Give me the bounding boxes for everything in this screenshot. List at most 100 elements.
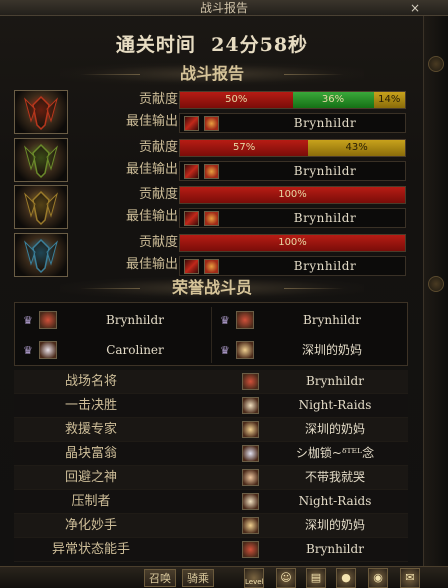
close-button[interactable]: × xyxy=(408,0,422,16)
best-dps-box: Brynhildr xyxy=(179,208,406,228)
contribution-segment: 14% xyxy=(373,92,405,108)
window-title: 战斗报告 xyxy=(199,1,248,15)
best-dps-label: 最佳输出 xyxy=(125,209,178,224)
award-title: 回避之神 xyxy=(64,470,117,485)
member-face-icon xyxy=(39,311,57,329)
award-player-name[interactable]: Night-Raids xyxy=(262,490,408,513)
contribution-label: 贡献度 xyxy=(138,92,178,107)
character-icon[interactable]: ☺ xyxy=(276,568,296,588)
bottom-bar: 召唤 骑乘 Level ☺ ▤ ● ◉ ✉ xyxy=(0,566,448,588)
contribution-bar: 100% xyxy=(179,234,406,252)
best-dps-box: Brynhildr xyxy=(179,161,406,181)
avatar-art xyxy=(24,95,58,131)
crown-icon: ♛ xyxy=(220,314,230,327)
contribution-bar: 50% 36% 14% xyxy=(179,91,406,109)
orb-icon[interactable]: ◉ xyxy=(368,568,388,588)
award-row: 一击决胜 Night-Raids xyxy=(14,394,408,418)
award-title: 晶块富翁 xyxy=(64,446,117,461)
best-dps-name: Brynhildr xyxy=(293,116,357,130)
best-dps-label: 最佳输出 xyxy=(125,257,178,272)
award-title: 净化妙手 xyxy=(64,518,117,533)
best-dps-name: Brynhildr xyxy=(293,164,357,178)
award-title: 压制者 xyxy=(71,494,111,509)
award-player-name[interactable]: Night-Raids xyxy=(262,394,408,417)
award-row: 战场名将 Brynhildr xyxy=(14,370,408,394)
honor-member-name: Caroliner xyxy=(106,343,164,357)
contribution-segment: 57% xyxy=(180,140,309,156)
mail-icon[interactable]: ✉ xyxy=(400,568,420,588)
title-bar: 战斗报告 × xyxy=(0,0,448,16)
member-face-icon xyxy=(236,341,254,359)
level-icon[interactable]: Level xyxy=(244,568,264,588)
award-player-face-icon xyxy=(242,517,259,534)
player-face-icon xyxy=(204,164,219,179)
player-row: 贡献度 最佳输出 50% 36% 14% Brynhildr xyxy=(14,90,408,134)
award-player-face-icon xyxy=(242,493,259,510)
best-dps-box: Brynhildr xyxy=(179,113,406,133)
battle-report-window: 通关时间 24分58秒 战斗报告 贡献度 最佳输出 50% 36% 14% Bryn… xyxy=(0,0,424,588)
honor-member[interactable]: ♛ Caroliner xyxy=(15,335,211,365)
clear-time: 通关时间 24分58秒 xyxy=(0,30,424,57)
award-player-face-icon xyxy=(242,445,259,462)
green-knight-avatar-icon[interactable] xyxy=(14,138,68,182)
report-banner: 战斗报告 xyxy=(60,63,364,85)
award-row: 净化妙手 深圳的奶妈 xyxy=(14,514,408,538)
honor-members-panel: ♛ Brynhildr ♛ Brynhildr ♛ Caroliner ♛ 深圳… xyxy=(14,302,408,366)
award-player-name[interactable]: 深圳的奶妈 xyxy=(262,418,408,441)
award-player-face-icon xyxy=(242,541,259,558)
award-row: 压制者 Night-Raids xyxy=(14,490,408,514)
contribution-segment: 50% xyxy=(180,92,293,108)
contribution-segment: 100% xyxy=(180,235,405,251)
honor-member-name: 深圳的奶妈 xyxy=(301,343,362,357)
gold-knight-avatar-icon[interactable] xyxy=(14,185,68,229)
honor-member[interactable]: ♛ Brynhildr xyxy=(212,305,408,335)
award-player-name[interactable]: Brynhildr xyxy=(262,370,408,393)
contribution-segment: 36% xyxy=(292,92,374,108)
member-face-icon xyxy=(236,311,254,329)
award-player-name[interactable]: 深圳的奶妈 xyxy=(262,514,408,537)
gold-icon[interactable]: ● xyxy=(336,568,356,588)
award-player-name[interactable]: Brynhildr xyxy=(262,538,408,561)
award-row: 异常状态能手 Brynhildr xyxy=(14,538,408,562)
weapon-icon xyxy=(184,164,199,179)
award-title: 战场名将 xyxy=(64,374,117,389)
player-face-icon xyxy=(204,259,219,274)
award-title: 异常状态能手 xyxy=(51,542,130,557)
player-row: 贡献度 最佳输出 100% Brynhildr xyxy=(14,233,408,277)
best-dps-name: Brynhildr xyxy=(293,259,357,273)
award-player-name[interactable]: シ枷锁~ᵟᵀᴱᴸ念 xyxy=(262,442,408,465)
side-ornament-icon xyxy=(428,56,444,72)
clear-time-label: 通关时间 xyxy=(115,34,196,56)
player-row: 贡献度 最佳输出 100% Brynhildr xyxy=(14,185,408,229)
side-ornament-icon xyxy=(428,276,444,292)
award-player-face-icon xyxy=(242,469,259,486)
best-dps-label: 最佳输出 xyxy=(125,114,178,129)
weapon-icon xyxy=(184,211,199,226)
mount-button[interactable]: 骑乘 xyxy=(182,569,214,587)
honor-member[interactable]: ♛ Brynhildr xyxy=(15,305,211,335)
side-strip xyxy=(424,16,448,588)
crown-icon: ♛ xyxy=(220,344,230,357)
contribution-bar: 100% xyxy=(179,186,406,204)
award-title: 一击决胜 xyxy=(64,398,117,413)
summon-button[interactable]: 召唤 xyxy=(144,569,176,587)
player-row: 贡献度 最佳输出 57% 43% Brynhildr xyxy=(14,138,408,182)
honor-member[interactable]: ♛ 深圳的奶妈 xyxy=(212,335,408,365)
award-row: 晶块富翁 シ枷锁~ᵟᵀᴱᴸ念 xyxy=(14,442,408,466)
award-player-face-icon xyxy=(242,397,259,414)
best-dps-box: Brynhildr xyxy=(179,256,406,276)
inventory-icon[interactable]: ▤ xyxy=(306,568,326,588)
clear-time-value: 24分58秒 xyxy=(211,34,309,56)
crown-icon: ♛ xyxy=(23,314,33,327)
blue-knight-avatar-icon[interactable] xyxy=(14,233,68,277)
contribution-bar: 57% 43% xyxy=(179,139,406,157)
fire-warrior-avatar-icon[interactable] xyxy=(14,90,68,134)
contribution-label: 贡献度 xyxy=(138,187,178,202)
honor-member-name: Brynhildr xyxy=(303,313,361,327)
award-title: 救援专家 xyxy=(64,422,117,437)
crown-icon: ♛ xyxy=(23,344,33,357)
award-player-name[interactable]: 不带我就哭 xyxy=(262,466,408,489)
contribution-segment: 100% xyxy=(180,187,405,203)
award-row: 回避之神 不带我就哭 xyxy=(14,466,408,490)
awards-list: 战场名将 Brynhildr 一击决胜 Night-Raids 救援专家 深圳的… xyxy=(14,370,408,562)
